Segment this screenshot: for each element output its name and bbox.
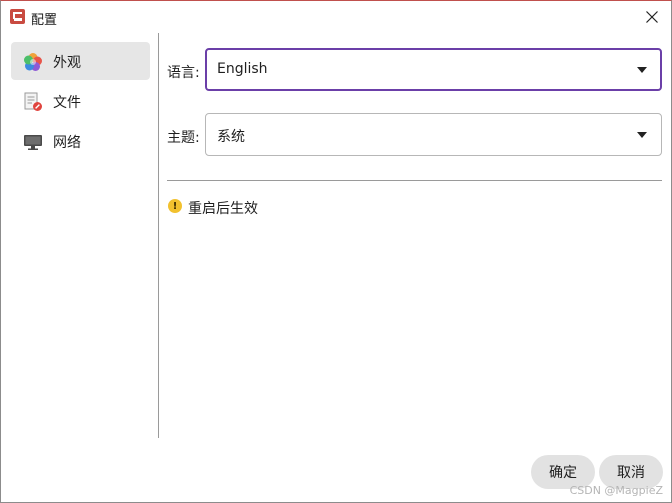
sidebar-item-file[interactable]: 文件 xyxy=(11,82,150,120)
language-select[interactable]: English xyxy=(205,48,662,91)
monitor-icon xyxy=(24,135,42,150)
theme-select[interactable]: 系统 xyxy=(205,113,662,156)
palette-icon xyxy=(24,53,42,71)
title-bar: 配置 xyxy=(1,1,671,33)
close-icon xyxy=(646,11,658,23)
close-button[interactable] xyxy=(637,3,667,31)
restart-notice: 重启后生效 xyxy=(188,201,258,217)
language-value: English xyxy=(217,61,268,77)
divider xyxy=(167,180,662,181)
file-icon xyxy=(24,92,42,111)
sidebar-item-network[interactable]: 网络 xyxy=(11,122,150,160)
chevron-down-icon xyxy=(637,132,647,138)
theme-value: 系统 xyxy=(217,129,245,145)
sidebar-item-label: 网络 xyxy=(53,135,81,151)
warning-icon: ! xyxy=(168,199,182,213)
sidebar-item-label: 文件 xyxy=(53,95,81,111)
window-title: 配置 xyxy=(31,13,58,28)
sidebar: 外观 文件 网络 xyxy=(1,33,159,438)
theme-label: 主题: xyxy=(167,130,200,146)
sidebar-item-label: 外观 xyxy=(53,55,81,71)
chevron-down-icon xyxy=(637,67,647,73)
language-label: 语言: xyxy=(167,65,200,81)
settings-dialog: 配置 外观 文件 网络 语言: English 主题: 系统 ! 重启后生效 确… xyxy=(0,0,672,503)
sidebar-item-appearance[interactable]: 外观 xyxy=(11,42,150,80)
app-icon xyxy=(10,9,25,24)
watermark: CSDN @MagpieZ xyxy=(569,484,663,497)
